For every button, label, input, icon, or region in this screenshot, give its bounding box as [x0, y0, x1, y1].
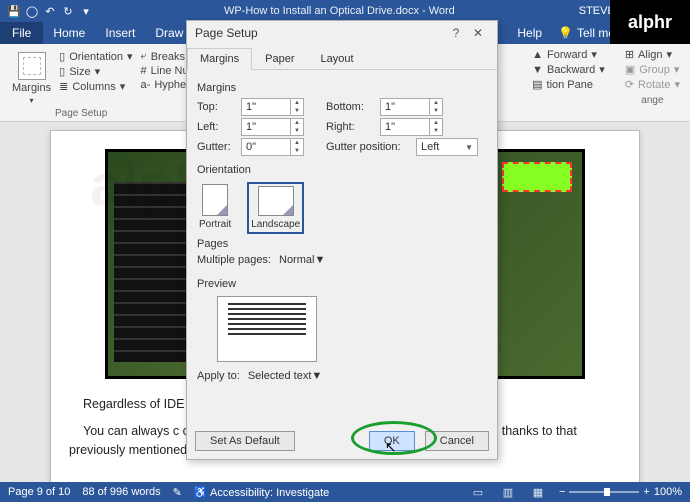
zoom-out-icon[interactable]: − [559, 486, 565, 498]
cancel-button[interactable]: Cancel [425, 431, 489, 451]
redo-icon[interactable]: ↻ [62, 5, 74, 17]
label-gutter-position: Gutter position: [326, 141, 412, 153]
brand-badge: alphr [610, 0, 690, 44]
input-left[interactable]: 1"▲▼ [241, 118, 304, 136]
dialog-tab-layout[interactable]: Layout [307, 48, 366, 70]
orientation-portrait[interactable]: Portrait [197, 182, 233, 234]
zoom-slider[interactable] [569, 491, 639, 493]
section-preview: Preview [197, 278, 487, 290]
group-label-arrange: ange [625, 95, 680, 106]
label-right: Right: [326, 121, 376, 133]
margins-button[interactable]: Margins ▾ [8, 48, 55, 109]
tab-insert[interactable]: Insert [95, 22, 145, 44]
orientation-button[interactable]: ▯ Orientation ▾ [59, 50, 132, 63]
label-gutter: Gutter: [197, 141, 237, 153]
page-setup-dialog: Page Setup ? ✕ Margins Paper Layout Marg… [186, 20, 498, 460]
label-top: Top: [197, 101, 237, 113]
tab-home[interactable]: Home [43, 22, 95, 44]
orientation-landscape[interactable]: Landscape [247, 182, 304, 234]
qat-dropdown-icon[interactable]: ▾ [80, 5, 92, 17]
zoom-value[interactable]: 100% [654, 486, 682, 498]
select-multiple-pages[interactable]: Normal▼ [279, 254, 379, 266]
set-as-default-button[interactable]: Set As Default [195, 431, 295, 451]
select-apply-to[interactable]: Selected text▼ [248, 370, 344, 382]
dialog-tab-margins[interactable]: Margins [187, 48, 252, 70]
size-button[interactable]: ▯ Size ▾ [59, 65, 132, 78]
preview-thumbnail [217, 296, 317, 362]
label-apply-to: Apply to: [197, 370, 240, 382]
group-button[interactable]: ▣ Group ▾ [625, 63, 680, 76]
status-bar: Page 9 of 10 88 of 996 words ✎ ♿ Accessi… [0, 482, 690, 502]
autosave-toggle[interactable]: ◯ [26, 5, 38, 17]
section-margins: Margins [197, 82, 487, 94]
title-bar: 💾 ◯ ↶ ↻ ▾ WP-How to Install an Optical D… [0, 0, 690, 22]
dialog-tab-paper[interactable]: Paper [252, 48, 307, 70]
send-backward-button[interactable]: ▼ Backward ▾ [532, 63, 605, 76]
select-gutter-position[interactable]: Left▼ [416, 138, 478, 156]
dialog-title: Page Setup [195, 26, 258, 40]
dialog-help-icon[interactable]: ? [445, 26, 467, 40]
view-read-icon[interactable]: ▭ [469, 486, 487, 499]
align-button[interactable]: ⊞ Align ▾ [625, 48, 680, 61]
rotate-button[interactable]: ⟳ Rotate ▾ [625, 78, 680, 91]
view-web-icon[interactable]: ▦ [529, 486, 547, 499]
dialog-close-icon[interactable]: ✕ [467, 26, 489, 40]
label-multiple-pages: Multiple pages: [197, 254, 271, 266]
tab-file[interactable]: File [0, 22, 43, 44]
selection-pane-button[interactable]: ▤ tion Pane [532, 78, 605, 91]
bring-forward-button[interactable]: ▲ Forward ▾ [532, 48, 605, 61]
status-accessibility[interactable]: ♿ Accessibility: Investigate [194, 486, 329, 499]
view-print-icon[interactable]: ▥ [499, 486, 517, 499]
undo-icon[interactable]: ↶ [44, 5, 56, 17]
input-top[interactable]: 1"▲▼ [241, 98, 304, 116]
section-orientation: Orientation [197, 164, 487, 176]
section-pages: Pages [197, 238, 487, 250]
ok-button[interactable]: OK [369, 431, 415, 451]
document-title: WP-How to Install an Optical Drive.docx … [100, 5, 579, 17]
group-label-page-setup: Page Setup [55, 108, 107, 119]
margins-icon [18, 52, 46, 80]
status-spellcheck-icon[interactable]: ✎ [173, 486, 182, 499]
status-word-count[interactable]: 88 of 996 words [82, 486, 160, 498]
columns-button[interactable]: ≣ Columns ▾ [59, 80, 132, 93]
input-gutter[interactable]: 0"▲▼ [241, 138, 304, 156]
label-bottom: Bottom: [326, 101, 376, 113]
label-left: Left: [197, 121, 237, 133]
save-icon[interactable]: 💾 [8, 5, 20, 17]
input-bottom[interactable]: 1"▲▼ [380, 98, 443, 116]
status-page[interactable]: Page 9 of 10 [8, 486, 70, 498]
zoom-in-icon[interactable]: + [643, 486, 649, 498]
input-right[interactable]: 1"▲▼ [380, 118, 443, 136]
tab-help[interactable]: Help [509, 26, 550, 40]
